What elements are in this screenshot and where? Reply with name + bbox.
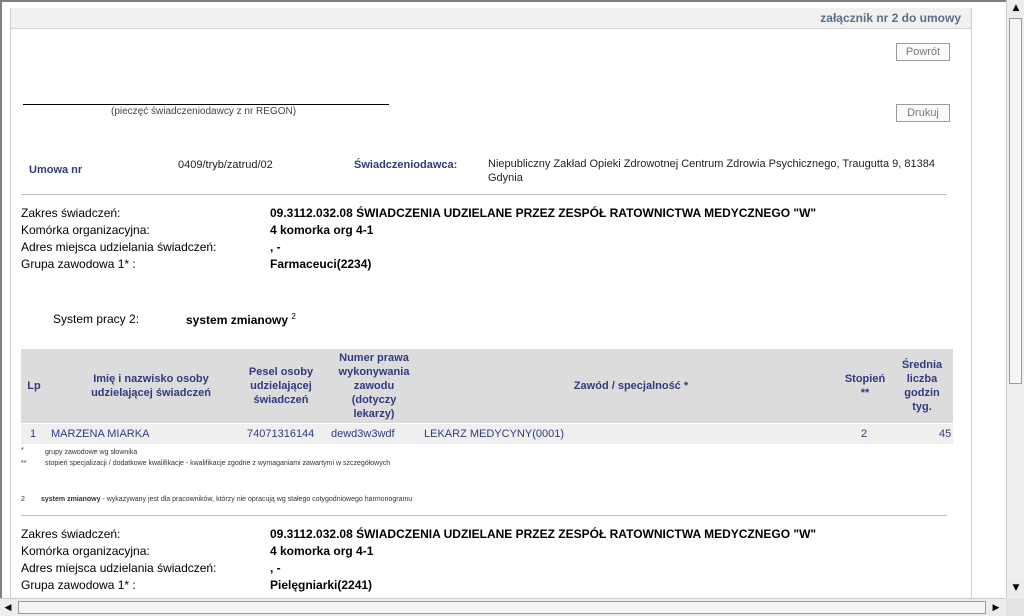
cell-profession: LEKARZ MEDYCYNY(0001) [424, 428, 564, 440]
col-name: Imię i nazwisko osoby udzielającej świad… [61, 372, 241, 400]
col-degree-l1: Stopień [844, 373, 886, 385]
stamp-label: (pieczęć świadczeniodawcy z nr REGON) [111, 106, 297, 117]
footnote-3-text: - wykazywany jest dla pracowników, którz… [100, 496, 413, 503]
system-label: System pracy 2: [53, 312, 140, 326]
header-bar: załącznik nr 2 do umowy [11, 8, 971, 29]
scroll-right-icon[interactable]: ▶ [988, 600, 1004, 616]
footnote-2-text: stopień specjalizacji / dodatkowe kwalif… [45, 460, 391, 467]
adres-value: , - [270, 561, 281, 575]
col-pesel-l3: świadczeń [253, 394, 309, 406]
provider-label: Świadczeniodawca: [354, 159, 458, 171]
col-license-l2: wykonywania [338, 366, 410, 378]
back-button[interactable]: Powrót [896, 43, 950, 61]
divider [21, 515, 947, 516]
document-content: załącznik nr 2 do umowy Powrót Drukuj (p… [10, 8, 972, 598]
vertical-scrollbar[interactable]: ▲ ▼ [1006, 0, 1024, 598]
contract-number-value: 0409/tryb/zatrud/02 [178, 159, 273, 171]
col-pesel-l1: Pesel osoby [248, 366, 314, 378]
zakres-label: Zakres świadczeń: [21, 206, 121, 220]
col-degree: Stopień ** [841, 372, 889, 400]
scroll-up-icon[interactable]: ▲ [1008, 0, 1024, 16]
zakres-value: 09.3112.032.08 ŚWIADCZENIA UDZIELANE PRZ… [270, 527, 817, 541]
col-hours-l3: godzin [904, 387, 940, 399]
grupa-label: Grupa zawodowa 1* : [21, 578, 136, 592]
col-hours-l1: Średnia [901, 359, 943, 371]
col-license: Numer prawa wykonywania zawodu (dotyczy … [333, 351, 415, 421]
zakres-label: Zakres świadczeń: [21, 527, 121, 541]
provider-value-line2: Gdynia [488, 172, 523, 184]
provider-value: Niepubliczny Zakład Opieki Zdrowotnej Ce… [488, 157, 935, 185]
table-header-row: Lp Imię i nazwisko osoby udzielającej św… [21, 349, 953, 423]
adres-label: Adres miejsca udzielania świadczeń: [21, 561, 217, 575]
footnote-1-text: grupy zawodowe wg słownika [45, 449, 138, 456]
provider-value-line1: Niepubliczny Zakład Opieki Zdrowotnej Ce… [488, 158, 935, 170]
col-pesel: Pesel osoby udzielającej świadczeń [243, 365, 319, 407]
page-title: załącznik nr 2 do umowy [820, 11, 961, 25]
contract-number-label: Umowa nr [29, 164, 83, 176]
komorka-label: Komórka organizacyjna: [21, 223, 150, 237]
page-viewport: załącznik nr 2 do umowy Powrót Drukuj (p… [0, 0, 1006, 598]
grupa-value: Pielęgniarki(2241) [270, 578, 373, 592]
col-hours: Średnia liczba godzin tyg. [897, 358, 947, 414]
divider [21, 194, 947, 195]
footnote-3-mark: 2 [21, 496, 25, 503]
col-license-l1: Numer prawa [339, 352, 409, 364]
print-button[interactable]: Drukuj [896, 104, 950, 122]
system-value-text: system zmianowy [186, 313, 289, 327]
grupa-value: Farmaceuci(2234) [270, 257, 372, 271]
col-name-l2: udzielającej świadczeń [91, 387, 211, 399]
vertical-scroll-thumb[interactable] [1009, 18, 1022, 384]
scroll-down-icon[interactable]: ▼ [1008, 580, 1024, 596]
adres-label: Adres miejsca udzielania świadczeń: [21, 240, 217, 254]
grupa-label: Grupa zawodowa 1* : [21, 257, 136, 271]
komorka-value: 4 komorka org 4-1 [270, 223, 374, 237]
cell-license: dewd3w3wdf [331, 428, 395, 440]
footnote-2-mark: ** [21, 460, 27, 467]
scrollbar-corner [1006, 598, 1024, 616]
col-pesel-l2: udzielającej [250, 380, 312, 392]
footnote-3-bold: system zmianowy [41, 496, 101, 503]
scroll-left-icon[interactable]: ◀ [0, 600, 16, 616]
col-license-l3: zawodu [353, 380, 395, 392]
cell-degree: 2 [861, 428, 868, 440]
horizontal-scroll-thumb[interactable] [18, 601, 986, 614]
horizontal-scrollbar[interactable]: ◀ ▶ [0, 598, 1006, 616]
footnote-3: system zmianowy - wykazywany jest dla pr… [41, 496, 412, 503]
komorka-value: 4 komorka org 4-1 [270, 544, 374, 558]
footnote-1-mark: * [21, 447, 24, 454]
zakres-value: 09.3112.032.08 ŚWIADCZENIA UDZIELANE PRZ… [270, 206, 817, 220]
komorka-label: Komórka organizacyjna: [21, 544, 150, 558]
col-profession: Zawód / specjalność * [573, 380, 689, 392]
cell-hours: 45 [939, 428, 952, 440]
cell-lp: 1 [30, 428, 37, 440]
col-name-l1: Imię i nazwisko osoby [93, 373, 209, 385]
cell-pesel: 74071316144 [247, 428, 315, 440]
cell-name: MARZENA MIARKA [51, 428, 150, 440]
adres-value: , - [270, 240, 281, 254]
table-row: 1 MARZENA MIARKA 74071316144 dewd3w3wdf … [21, 424, 953, 444]
system-value: system zmianowy 2 [186, 312, 296, 327]
col-hours-l2: liczba [906, 373, 938, 385]
col-hours-l4: tyg. [912, 401, 932, 413]
col-license-l4: (dotyczy [351, 394, 397, 406]
stamp-signature-line [23, 104, 389, 105]
col-lp: Lp [27, 380, 41, 392]
col-license-l5: lekarzy) [353, 408, 395, 420]
col-degree-l2: ** [860, 387, 870, 399]
system-sup: 2 [291, 312, 296, 321]
